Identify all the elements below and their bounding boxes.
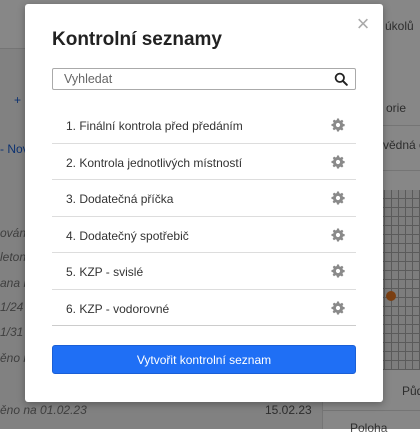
create-checklist-button[interactable]: Vytvořit kontrolní seznam [52, 345, 356, 374]
close-icon[interactable]: × [355, 13, 371, 35]
gear-icon[interactable] [331, 118, 345, 132]
checklist-list: 1. Finální kontrola před předáním 2. Kont… [52, 107, 356, 326]
search-input[interactable] [53, 69, 334, 89]
gear-icon[interactable] [331, 228, 345, 242]
checklist-item[interactable]: 3. Dodatečná příčka [52, 180, 356, 217]
checklist-item-label: 4. Dodatečný spotřebič [66, 228, 189, 243]
checklist-item[interactable]: 4. Dodatečný spotřebič [52, 217, 356, 253]
checklists-modal: × Kontrolní seznamy 1. Finální kontrola … [25, 4, 383, 402]
gear-icon[interactable] [331, 191, 345, 205]
checklist-item[interactable]: 1. Finální kontrola před předáním [52, 107, 356, 144]
checklist-item-label: 1. Finální kontrola před předáním [66, 119, 243, 133]
gear-icon[interactable] [331, 301, 345, 315]
checklist-item-label: 6. KZP - vodorovné [66, 301, 170, 316]
search-icon[interactable] [334, 72, 348, 86]
gear-icon[interactable] [331, 264, 345, 278]
modal-title: Kontrolní seznamy [52, 29, 222, 50]
checklist-item-label: 3. Dodatečná příčka [66, 192, 174, 206]
search-box [52, 68, 356, 90]
checklist-item-label: 5. KZP - svislé [66, 265, 144, 279]
gear-icon[interactable] [331, 155, 345, 169]
checklist-item[interactable]: 6. KZP - vodorovné [52, 290, 356, 326]
checklist-item-label: 2. Kontrola jednotlivých místností [66, 155, 243, 170]
checklist-item[interactable]: 2. Kontrola jednotlivých místností [52, 144, 356, 180]
checklist-item[interactable]: 5. KZP - svislé [52, 253, 356, 290]
